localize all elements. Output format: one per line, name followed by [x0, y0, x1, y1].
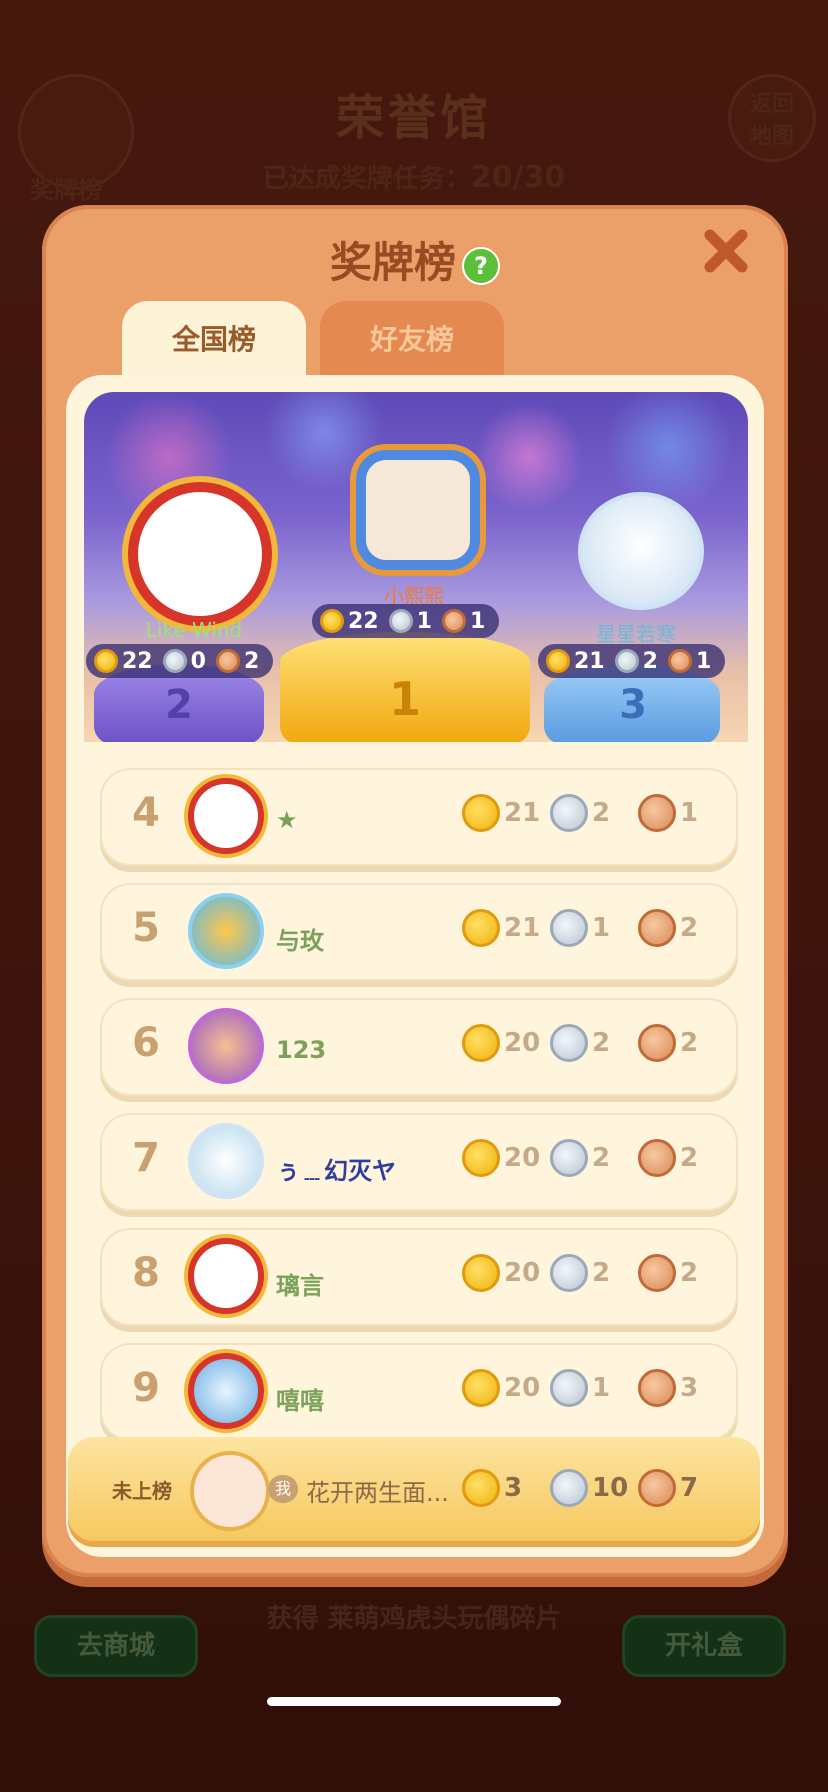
player-name: ぅ﹍幻灭ヤ	[276, 1157, 396, 1185]
ranking-row[interactable]: 9 嘻嘻 20 1 3	[100, 1343, 738, 1441]
podium-name-3: 星星若寒	[596, 622, 676, 646]
gold-medal-icon	[546, 649, 570, 673]
gold-medal-icon	[462, 1254, 500, 1292]
silver-medal-icon	[550, 909, 588, 947]
silver-medal-icon	[550, 1469, 588, 1507]
my-avatar[interactable]	[190, 1451, 270, 1531]
podium-avatar-2[interactable]	[128, 482, 272, 626]
bronze-medal-icon	[638, 1139, 676, 1177]
silver-medal-icon	[550, 1139, 588, 1177]
rank-number: 8	[132, 1250, 160, 1296]
podium-name-2: Like Wind	[145, 618, 243, 642]
rank-number: 4	[132, 790, 160, 836]
podium-medals-2: 22 0 2	[86, 644, 274, 678]
help-icon[interactable]: ?	[462, 246, 500, 285]
player-medals: 20 2 2	[462, 1254, 726, 1292]
my-rank-status: 未上榜	[112, 1479, 172, 1503]
ranking-row[interactable]: 8 璃言 20 2 2	[100, 1228, 738, 1326]
bronze-medal-icon	[638, 1254, 676, 1292]
gold-medal-icon	[462, 909, 500, 947]
player-avatar[interactable]	[188, 893, 264, 969]
rank-number: 6	[132, 1020, 160, 1066]
ranking-row[interactable]: 6 123 20 2 2	[100, 998, 738, 1096]
podium: 2 1 3 Like Wind 22 0 2 小熙熙 22 1 1 星星若寒 2…	[84, 392, 748, 742]
gold-medal-icon	[462, 1369, 500, 1407]
player-medals: 21 1 2	[462, 909, 726, 947]
gold-medal-icon	[462, 794, 500, 832]
podium-medals-1: 22 1 1	[312, 604, 500, 638]
pedestal-3-number: 3	[619, 682, 647, 728]
player-avatar[interactable]	[188, 1238, 264, 1314]
ranking-row[interactable]: 7 ぅ﹍幻灭ヤ 20 2 2	[100, 1113, 738, 1211]
pedestal-2-number: 2	[165, 682, 193, 728]
podium-medals-3: 21 2 1	[538, 644, 726, 678]
player-medals: 20 1 3	[462, 1369, 726, 1407]
home-indicator[interactable]	[267, 1697, 561, 1706]
gold-medal-icon	[94, 649, 118, 673]
panel-title: 奖牌榜?	[42, 229, 788, 290]
bronze-medal-icon	[215, 649, 240, 673]
player-medals: 21 2 1	[462, 794, 726, 832]
player-avatar[interactable]	[188, 1123, 264, 1199]
my-medals: 3 10 7	[462, 1469, 726, 1507]
my-rank-bar[interactable]: 未上榜 我 花开两生面... 3 10 7	[68, 1437, 760, 1541]
podium-avatar-3[interactable]	[578, 492, 704, 610]
rank-number: 9	[132, 1365, 160, 1411]
gold-medal-icon	[462, 1469, 500, 1507]
ranking-row[interactable]: 5 与玫 21 1 2	[100, 883, 738, 981]
gold-medal-icon	[320, 609, 344, 633]
player-name: 璃言	[276, 1272, 324, 1300]
my-name: 花开两生面...	[306, 1479, 449, 1507]
rank-number: 5	[132, 905, 160, 951]
bronze-medal-icon	[441, 609, 466, 633]
bronze-medal-icon	[638, 1469, 676, 1507]
silver-medal-icon	[550, 794, 588, 832]
gold-medal-icon	[462, 1024, 500, 1062]
silver-medal-icon	[614, 649, 639, 673]
player-name: 123	[276, 1036, 327, 1064]
close-icon[interactable]	[700, 225, 752, 277]
bronze-medal-icon	[638, 1369, 676, 1407]
silver-medal-icon	[550, 1024, 588, 1062]
player-medals: 20 2 2	[462, 1024, 726, 1062]
player-name: 嘻嘻	[276, 1387, 324, 1415]
silver-medal-icon	[388, 609, 413, 633]
player-avatar[interactable]	[188, 1353, 264, 1429]
silver-medal-icon	[162, 649, 187, 673]
bronze-medal-icon	[638, 909, 676, 947]
pedestal-1-number: 1	[388, 672, 421, 726]
ranking-row[interactable]: 4 ★ 21 2 1	[100, 768, 738, 866]
player-name: 与玫	[276, 927, 324, 955]
tab-national[interactable]: 全国榜	[122, 301, 306, 381]
rank-number: 7	[132, 1135, 160, 1181]
player-name: ★	[276, 806, 298, 834]
player-avatar[interactable]	[188, 1008, 264, 1084]
player-medals: 20 2 2	[462, 1139, 726, 1177]
tab-friends[interactable]: 好友榜	[320, 301, 504, 381]
bronze-medal-icon	[638, 794, 676, 832]
bronze-medal-icon	[638, 1024, 676, 1062]
podium-avatar-1[interactable]	[356, 450, 480, 570]
silver-medal-icon	[550, 1254, 588, 1292]
bronze-medal-icon	[667, 649, 692, 673]
gold-medal-icon	[462, 1139, 500, 1177]
silver-medal-icon	[550, 1369, 588, 1407]
player-avatar[interactable]	[188, 778, 264, 854]
me-badge: 我	[268, 1475, 298, 1503]
firework-decoration	[474, 402, 584, 512]
